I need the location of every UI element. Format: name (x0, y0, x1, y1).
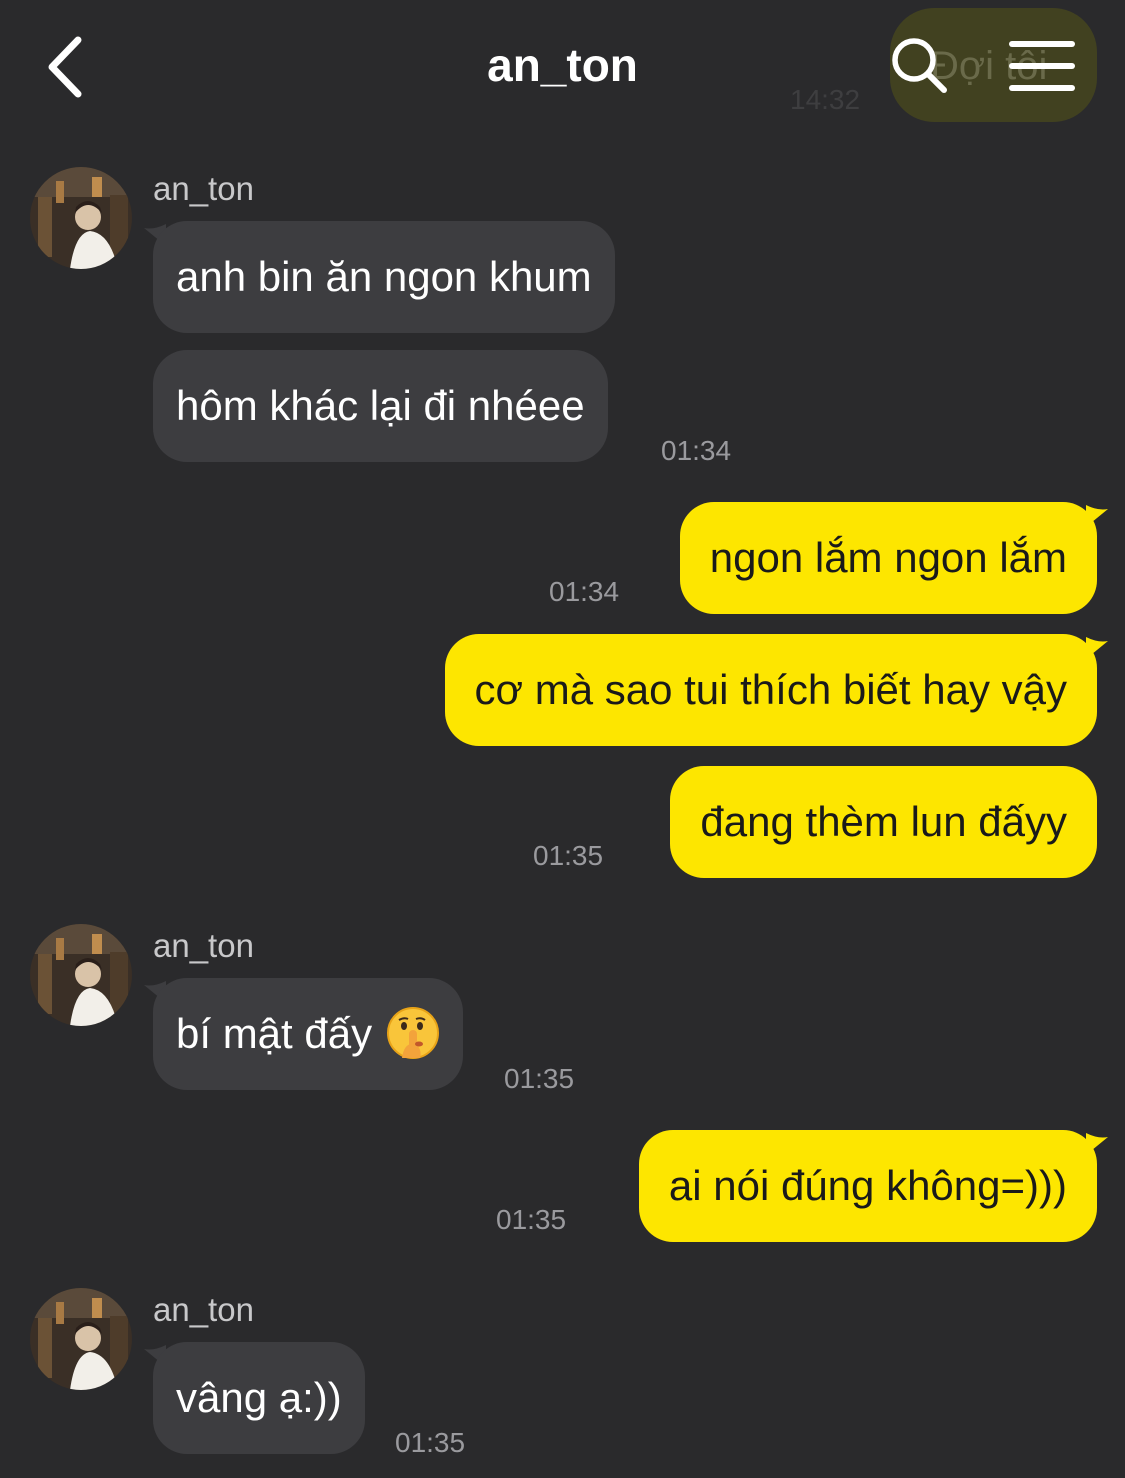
message-time: 01:35 (504, 1063, 575, 1094)
incoming-message-bubble[interactable]: vâng ạ:)) (153, 1342, 365, 1454)
search-button[interactable] (888, 34, 952, 98)
message-text: ngon lắm ngon lắm (709, 534, 1067, 581)
message-text: bí mật đấy (176, 1010, 373, 1057)
message-text: ai nói đúng không=))) (668, 1162, 1067, 1209)
contact-avatar[interactable] (30, 924, 132, 1026)
chat-header: an_ton (0, 0, 1125, 135)
incoming-message-bubble[interactable]: hôm khác lại đi nhéee (153, 350, 608, 462)
outgoing-message-bubble[interactable]: ai nói đúng không=))) (638, 1130, 1097, 1242)
contact-avatar[interactable] (30, 167, 132, 269)
sender-name: an_ton (153, 927, 254, 964)
sender-name: an_ton (153, 1291, 254, 1328)
search-icon (892, 38, 947, 93)
outgoing-message-bubble[interactable]: đang thèm lun đấyy (670, 766, 1097, 878)
message-time: 01:35 (496, 1204, 567, 1235)
outgoing-message-bubble[interactable]: ngon lắm ngon lắm (679, 502, 1097, 614)
hamburger-menu-icon (1009, 41, 1075, 91)
chat-title: an_ton (487, 39, 638, 91)
message-time: 01:34 (549, 576, 620, 607)
message-text: hôm khác lại đi nhéee (176, 382, 585, 429)
message-text: cơ mà sao tui thích biết hay vậy (474, 666, 1068, 713)
message-text: anh bin ăn ngon khum (176, 253, 592, 300)
message-time: 01:34 (661, 435, 732, 466)
message-time: 01:35 (395, 1427, 466, 1458)
message-time: 01:35 (533, 840, 604, 871)
contact-avatar[interactable] (30, 1288, 132, 1390)
message-text: đang thèm lun đấyy (700, 798, 1067, 845)
shushing-face-emoji-icon (387, 1006, 440, 1059)
sender-name: an_ton (153, 170, 254, 207)
incoming-message-bubble[interactable]: bí mật đấy (153, 978, 464, 1090)
message-text: vâng ạ:)) (176, 1374, 342, 1421)
incoming-message-bubble[interactable]: anh bin ăn ngon khum (153, 221, 615, 333)
outgoing-message-bubble[interactable]: cơ mà sao tui thích biết hay vậy (444, 634, 1097, 746)
menu-button[interactable] (1006, 38, 1078, 94)
